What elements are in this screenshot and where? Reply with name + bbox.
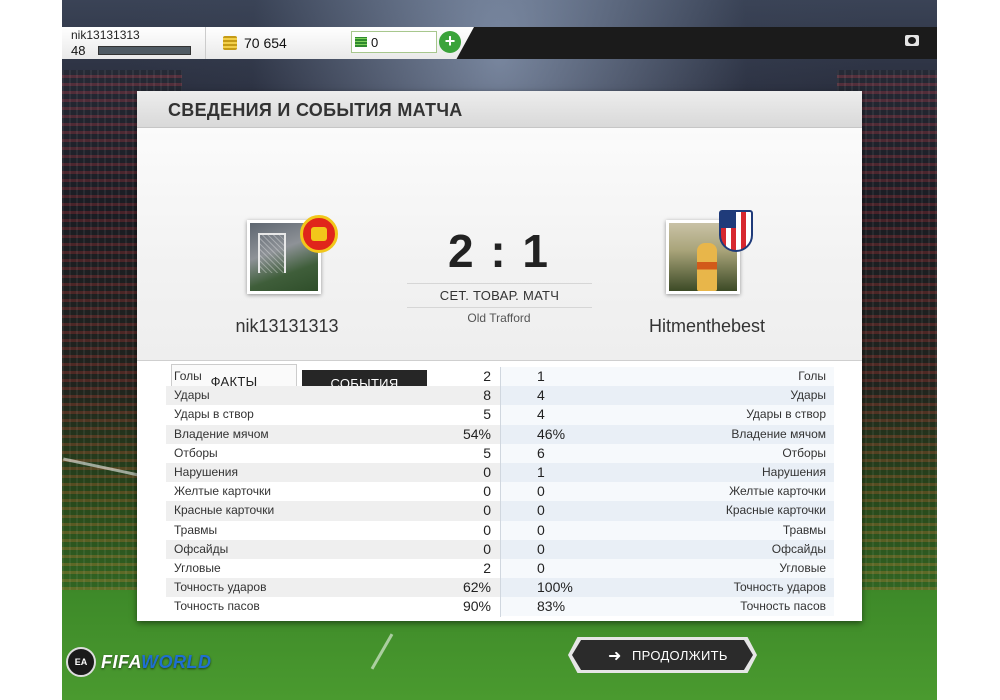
stat-value-away: 100% [500,578,610,598]
stat-label-home: Удары [166,386,386,406]
stat-label-away: Владение мячом [610,424,834,444]
add-points-button[interactable]: + [439,31,461,53]
match-details-panel: СВЕДЕНИЯ И СОБЫТИЯ МАТЧА nik13131313 Hit… [137,91,862,621]
stat-label-away: Травмы [610,520,834,540]
stat-label-home: Точность ударов [166,578,386,598]
stat-value-away: 0 [500,539,610,559]
stat-value-home: 2 [483,368,491,384]
away-club-badge-icon [719,210,753,252]
away-team-name: Hitmenthebest [648,316,766,336]
stat-value-home: 5 [483,444,491,461]
stat-value-away: 0 [500,501,610,521]
stat-value-away: 0 [500,520,610,540]
xp-progress-bar [98,46,191,55]
stat-label-away: Отборы [610,443,834,463]
stat-label-away: Удары в створ [610,405,834,425]
stat-label-home: Офсайды [166,539,386,559]
stat-label-away: Желтые карточки [610,482,834,502]
points-icon [355,37,367,47]
pitch-line [370,633,394,670]
stat-value-away: 0 [500,482,610,502]
logo-text-fifa: FIFA [101,652,142,672]
logo-text: FIFAWORLD [101,652,212,673]
stat-value-away: 4 [500,386,610,406]
stat-label-home: Красные карточки [166,501,386,521]
stat-label-home: Желтые карточки [174,484,271,499]
match-score: 2 : 1 [447,225,551,277]
stat-value-away: 46% [500,424,610,444]
stat-label-away: Офсайды [610,539,834,559]
stat-value-home: 54% [386,424,501,444]
arrow-right-icon: ➜ [608,648,622,665]
stat-label-home: Отборы [174,445,218,460]
stat-label-away: Точность ударов [610,578,834,598]
continue-button[interactable]: ➜ ПРОДОЛЖИТЬ [572,640,753,670]
stat-value-home: 0 [483,483,491,500]
stats-center-divider [500,367,501,617]
logo-text-world: WORLD [141,652,212,672]
stat-value-home: 5 [483,406,491,423]
fifa-world-logo: EA FIFAWORLD [66,645,211,679]
home-team-name: nik13131313 [235,316,339,336]
coins-display: 70 654 [205,27,350,59]
match-summary: nik13131313 Hitmenthebest 2 : 1 СЕТ. ТОВ… [137,128,862,397]
stat-label-away: Угловые [610,558,834,579]
match-venue: Old Trafford [467,311,531,325]
stat-value-home: 0 [386,539,501,559]
stat-label-away: Голы [610,367,834,387]
stat-value-away: 83% [500,597,610,617]
stat-label-home: Точность пасов [174,599,260,614]
stat-value-away: 6 [500,443,610,463]
stat-value-home: 90% [462,598,491,615]
stat-value-away: 0 [500,558,610,579]
user-level: 48 [71,43,86,58]
panel-title: СВЕДЕНИЯ И СОБЫТИЯ МАТЧА [168,100,463,120]
stat-label-home: Травмы [174,522,218,537]
stat-label-home: Владение мячом [166,424,386,444]
stat-label-home: Угловые [174,560,221,575]
username: nik13131313 [71,28,140,42]
stat-label-away: Точность пасов [610,597,834,617]
stat-value-home: 62% [386,578,501,598]
points-display: 0 + [349,27,474,59]
stat-label-home: Нарушения [166,462,386,483]
stat-value-home: 0 [386,501,501,521]
match-type: СЕТ. ТОВАР. МАТЧ [439,288,560,303]
stat-label-away: Нарушения [610,462,834,483]
top-bar: nik13131313 48 70 654 0 + [62,27,937,59]
stat-label-home: Удары в створ [174,407,254,422]
stat-value-home: 0 [483,521,491,538]
stat-label-home: Голы [174,369,202,383]
stat-value-home: 2 [483,559,491,576]
stat-label-away: Красные карточки [610,501,834,521]
stat-value-home: 0 [386,462,501,483]
ea-sports-logo-icon: EA [66,647,96,677]
camera-icon[interactable] [905,35,919,46]
panel-header: СВЕДЕНИЯ И СОБЫТИЯ МАТЧА [137,91,862,128]
stat-value-away: 1 [500,462,610,483]
stat-value-away: 1 [500,367,610,387]
tabs-divider [137,360,862,361]
match-type-box: СЕТ. ТОВАР. МАТЧ [407,283,592,308]
stat-value-away: 4 [500,405,610,425]
stat-label-away: Удары [610,386,834,406]
points-value: 0 [371,35,379,50]
home-club-badge-icon [300,215,338,253]
stat-value-home: 8 [386,386,501,406]
coins-icon [223,36,237,50]
continue-button-label: ПРОДОЛЖИТЬ [632,648,728,663]
coins-value: 70 654 [244,35,287,51]
